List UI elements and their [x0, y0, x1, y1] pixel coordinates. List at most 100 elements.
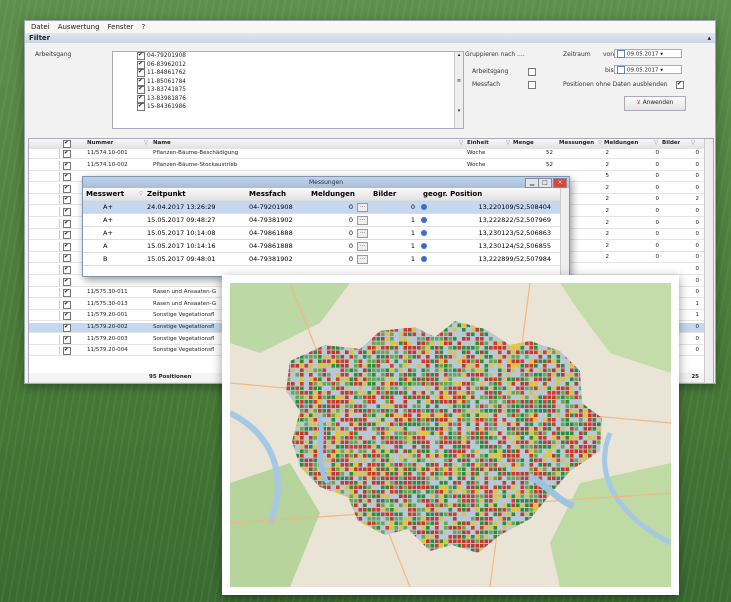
arbeitsgang-item[interactable]: 15-84361986 [113, 103, 463, 112]
row-checkbox[interactable] [63, 324, 71, 332]
globe-icon[interactable] [421, 240, 427, 252]
row-checkbox[interactable] [63, 300, 71, 309]
col-messwert[interactable]: Messwert [86, 188, 124, 200]
item-checkbox[interactable] [137, 103, 145, 112]
messung-row[interactable]: B 15.05.2017 09:48:01 04-79381902 0 … 1 13,222… [83, 253, 561, 266]
table-scrollbar[interactable] [704, 139, 713, 383]
row-checkbox[interactable] [63, 173, 71, 182]
row-checkbox[interactable] [63, 266, 71, 274]
details-button[interactable]: … [357, 240, 368, 252]
arbeitsgang-item[interactable]: 13-83741875 [113, 86, 463, 95]
globe-icon[interactable] [421, 214, 427, 226]
details-button[interactable]: … [357, 201, 368, 213]
row-checkbox[interactable] [63, 335, 71, 344]
col-messfach[interactable]: Messfach [249, 188, 286, 200]
von-date-field[interactable]: 09.05.2017 ▾ [614, 49, 682, 58]
row-indicator[interactable] [33, 207, 60, 216]
row-indicator[interactable] [33, 334, 60, 344]
maximize-icon[interactable]: □ [538, 178, 552, 188]
row-checkbox[interactable] [63, 347, 71, 356]
row-checkbox[interactable] [63, 277, 71, 286]
col-nummer[interactable]: Nummer [87, 139, 113, 148]
row-indicator[interactable] [33, 241, 60, 251]
col-einheit[interactable]: Einheit [467, 139, 489, 148]
globe-icon[interactable] [421, 227, 427, 239]
list-scrollbar[interactable]: ▴ ≡ ▾ [454, 52, 463, 128]
collapse-icon[interactable]: ▴ [707, 33, 711, 43]
row-checkbox[interactable] [63, 242, 71, 251]
row-indicator[interactable] [33, 299, 60, 309]
row-checkbox[interactable] [63, 184, 71, 193]
col-meldungen[interactable]: Meldungen [311, 188, 355, 200]
row-indicator[interactable] [33, 346, 60, 356]
row-checkbox[interactable] [63, 161, 71, 170]
row-indicator[interactable] [33, 311, 60, 321]
positionen-checkbox[interactable] [676, 81, 684, 89]
messungen-scrollbar[interactable] [560, 188, 569, 276]
col-messungen[interactable]: Messungen [559, 139, 594, 148]
arbeitsgang-item[interactable]: 06-83962012 [113, 60, 463, 70]
anwenden-button[interactable]: ⊻ Anwenden [624, 96, 686, 111]
col-bilder[interactable]: Bilder [373, 188, 396, 200]
row-checkbox[interactable] [63, 289, 71, 298]
col-geogr-position[interactable]: geogr. Position [423, 188, 482, 200]
filter-icon[interactable]: ▽ [459, 139, 463, 148]
row-checkbox[interactable] [63, 208, 71, 216]
row-checkbox[interactable] [63, 231, 71, 240]
row-indicator[interactable] [33, 172, 60, 182]
close-icon[interactable]: × [553, 178, 567, 188]
row-indicator[interactable] [33, 218, 60, 228]
col-bilder[interactable]: Bilder [662, 139, 680, 148]
filter-icon[interactable]: ▽ [598, 139, 602, 148]
row-indicator[interactable] [33, 230, 60, 240]
filter-icon[interactable]: ▽ [144, 139, 148, 148]
row-indicator[interactable] [33, 149, 60, 158]
row-indicator[interactable] [33, 195, 60, 205]
select-all-checkbox[interactable] [63, 140, 71, 148]
menu-fenster[interactable]: Fenster [108, 23, 134, 31]
row-indicator[interactable] [33, 265, 60, 274]
globe-icon[interactable] [421, 253, 427, 265]
messung-row[interactable]: A+ 15.05.2017 09:48:27 04-79381902 0 … 1 13,22… [83, 214, 561, 227]
row-checkbox[interactable] [63, 150, 71, 158]
details-button[interactable]: … [357, 253, 368, 265]
messung-row[interactable]: A+ 24.04.2017 13:26:29 04-79201908 0 … 0 13,22… [83, 201, 561, 214]
row-indicator[interactable] [33, 160, 60, 170]
menu-auswertung[interactable]: Auswertung [58, 23, 100, 31]
row-checkbox[interactable] [63, 196, 71, 205]
row-checkbox[interactable] [63, 254, 71, 263]
group-messfach-checkbox[interactable] [528, 81, 536, 89]
messungen-titlebar[interactable]: Messungen ▁ □ × [83, 177, 569, 188]
col-menge[interactable]: Menge [513, 139, 534, 148]
arbeitsgang-list[interactable]: 04-7920190806-8396201211-8486176211-8506… [112, 51, 464, 129]
col-meldungen[interactable]: Meldungen [604, 139, 638, 148]
berlin-map[interactable] [230, 283, 671, 587]
filter-icon[interactable]: ▽ [139, 188, 143, 200]
arbeitsgang-item[interactable]: 04-79201908 [113, 52, 463, 61]
globe-icon[interactable] [421, 201, 427, 213]
messung-row[interactable]: A+ 15.05.2017 10:14:08 04-79861888 0 … 1 13,23… [83, 227, 561, 240]
arbeitsgang-item[interactable]: 13-83981876 [113, 94, 463, 104]
details-button[interactable]: … [357, 227, 368, 239]
minimize-icon[interactable]: ▁ [525, 178, 539, 188]
group-arbeitsgang-checkbox[interactable] [528, 68, 536, 76]
filter-icon[interactable]: ▽ [506, 139, 510, 148]
arbeitsgang-item[interactable]: 11-84861762 [113, 69, 463, 78]
row-indicator[interactable] [33, 288, 60, 298]
details-button[interactable]: … [357, 214, 368, 226]
menu-help[interactable]: ? [142, 23, 146, 31]
table-row[interactable]: 11/574.10-001 Pflanzen-Bäume-Beschädigung… [29, 149, 704, 159]
filter-icon[interactable]: ▽ [654, 139, 658, 148]
menu-datei[interactable]: Datei [31, 23, 50, 31]
table-row[interactable]: 11/574.10-002 Pflanzen-Bäume-Stockaustrie… [29, 160, 704, 171]
filter-icon[interactable]: ▽ [691, 139, 695, 148]
arbeitsgang-item[interactable]: 11-85061784 [113, 77, 463, 87]
bis-date-field[interactable]: 09.05.2017 ▾ [614, 65, 682, 74]
col-zeitpunkt[interactable]: Zeitpunkt [147, 188, 186, 200]
messung-row[interactable]: A 15.05.2017 10:14:16 04-79861888 0 … 1 13,230… [83, 240, 561, 253]
row-checkbox[interactable] [63, 219, 71, 228]
row-checkbox[interactable] [63, 312, 71, 321]
col-name[interactable]: Name [153, 139, 171, 148]
row-indicator[interactable] [33, 276, 60, 286]
filter-header[interactable]: Filter ▴ [25, 33, 715, 43]
